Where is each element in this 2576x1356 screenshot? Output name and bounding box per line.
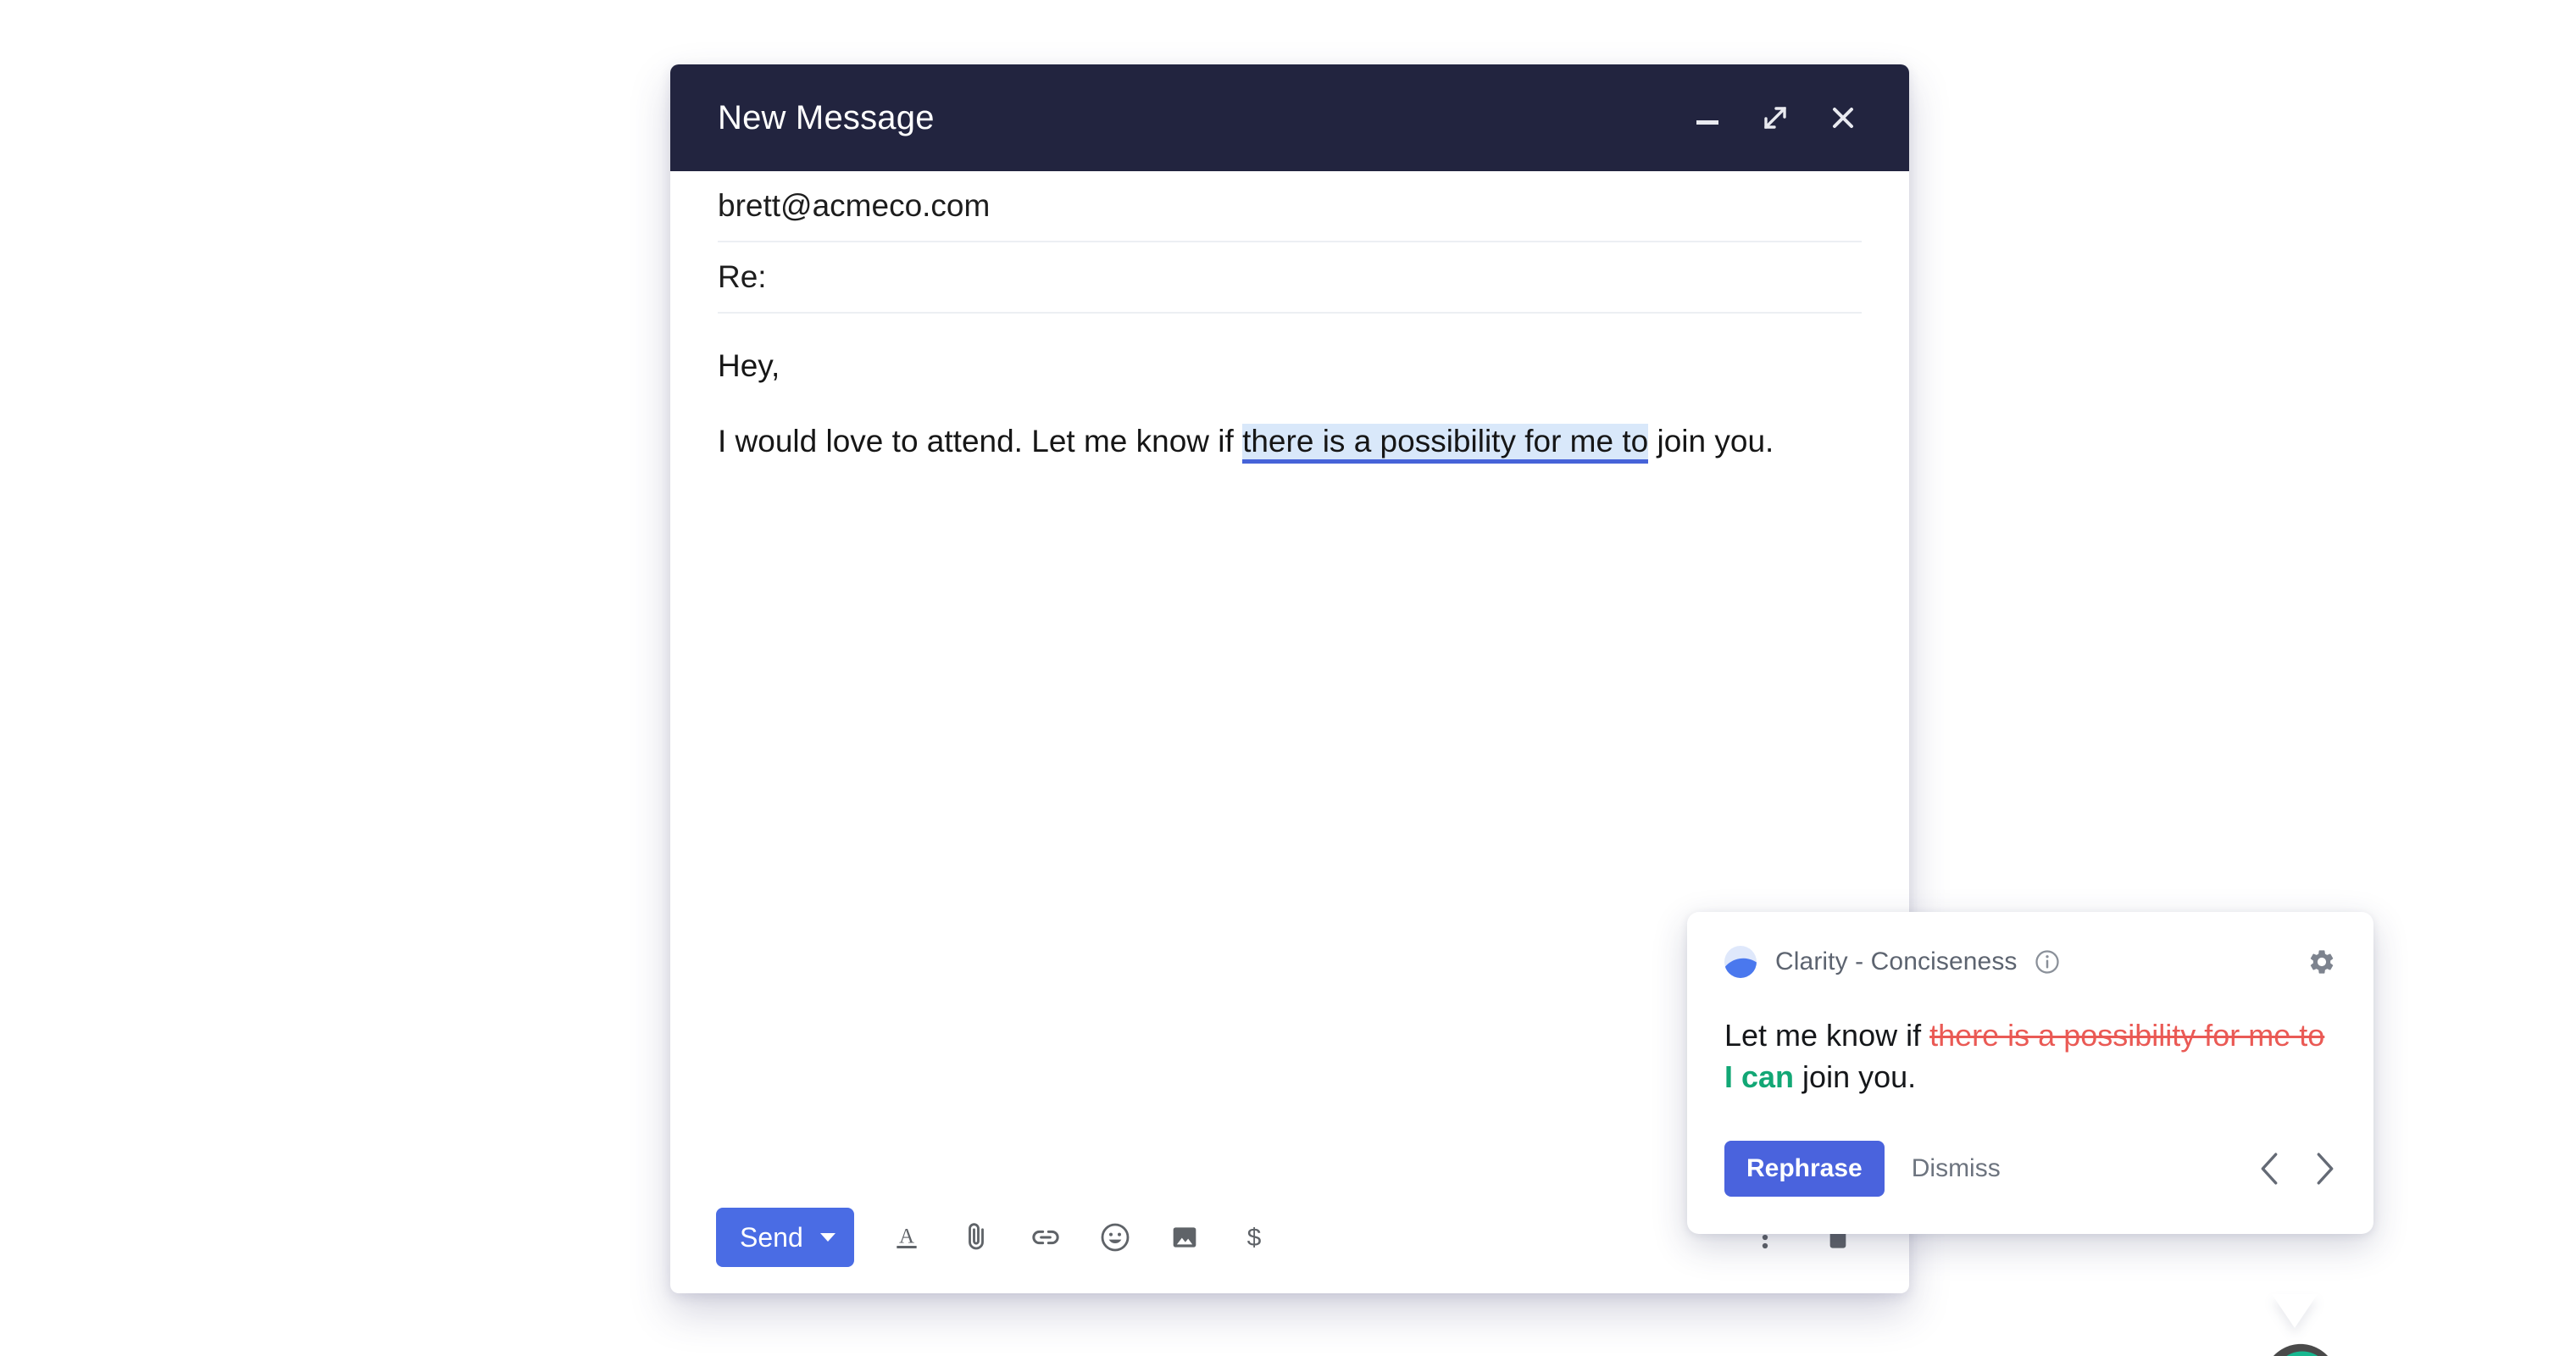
svg-text:$: $ [1246,1224,1261,1252]
insert-emoji-button[interactable] [1091,1214,1139,1261]
subject-field-row[interactable]: Re: [718,242,1862,314]
expand-icon [1764,107,1786,129]
recipient-value: brett@acmeco.com [718,188,991,223]
body-text-before: I would love to attend. Let me know if [718,424,1243,459]
emoji-icon [1101,1223,1130,1252]
insert-money-button[interactable]: $ [1230,1214,1278,1261]
highlighted-suggestion-text[interactable]: there is a possibility for me to [1242,424,1649,464]
chevron-right-icon[interactable] [2314,1152,2336,1186]
compose-window: New Message brett@acmeco.com Re: Hey, I … [670,64,2373,1356]
format-text-icon: A [897,1225,917,1248]
minimize-button[interactable] [1680,91,1735,145]
card-pointer-tail [2272,1294,2318,1328]
body-paragraph: I would love to attend. Let me know if t… [718,421,1819,464]
info-icon[interactable] [2035,949,2060,975]
send-label: Send [740,1221,803,1253]
card-category-label: Clarity - Conciseness [1775,948,2018,975]
close-button[interactable] [1816,91,1870,145]
svg-text:A: A [899,1225,914,1248]
compose-title-bar: New Message [670,64,1909,171]
card-suggestion-text: Let me know if there is a possibility fo… [1724,1015,2336,1098]
window-title: New Message [718,98,935,136]
toolbar-left-icons: A $ [883,1214,1278,1261]
grammarly-suggestion-card: Clarity - Conciseness Let me know if the… [1687,912,2373,1235]
caret-down-icon[interactable] [819,1233,836,1242]
body-text-after: join you. [1648,424,1774,459]
dollar-icon: $ [1246,1224,1261,1252]
paperclip-icon [968,1223,984,1250]
rephrase-button[interactable]: Rephrase [1724,1141,1885,1198]
chevron-left-icon[interactable] [2258,1152,2280,1186]
subject-value: Re: [718,259,767,294]
card-navigation [2258,1152,2336,1186]
close-icon [1833,108,1853,128]
card-header: Clarity - Conciseness [1724,946,2336,979]
gear-icon[interactable] [2307,948,2336,976]
clarity-icon [1724,946,1757,979]
minimize-icon [1696,120,1718,125]
body-greeting: Hey, [718,348,780,383]
link-icon [1032,1230,1059,1245]
dismiss-button[interactable]: Dismiss [1912,1154,2001,1183]
insert-photo-button[interactable] [1161,1214,1208,1261]
grammarly-badge-button[interactable] [2260,1341,2341,1356]
insert-link-button[interactable] [1022,1214,1069,1261]
suggestion-prefix: Let me know if [1724,1018,1930,1053]
message-body[interactable]: Hey, I would love to attend. Let me know… [670,314,2373,1356]
image-icon [1173,1227,1196,1248]
suggestion-deleted-text: there is a possibility for me to [1929,1018,2325,1053]
card-actions: Rephrase Dismiss [1724,1141,2336,1198]
suggestion-inserted-text: I can [1724,1059,1795,1095]
recipient-field-row[interactable]: brett@acmeco.com [718,171,1862,242]
attach-file-button[interactable] [952,1214,1000,1261]
suggestion-suffix: join you. [1794,1059,1917,1095]
compose-fields: brett@acmeco.com Re: [670,171,1909,314]
expand-button[interactable] [1748,91,1802,145]
format-text-button[interactable]: A [883,1214,930,1261]
send-button[interactable]: Send [716,1208,854,1267]
